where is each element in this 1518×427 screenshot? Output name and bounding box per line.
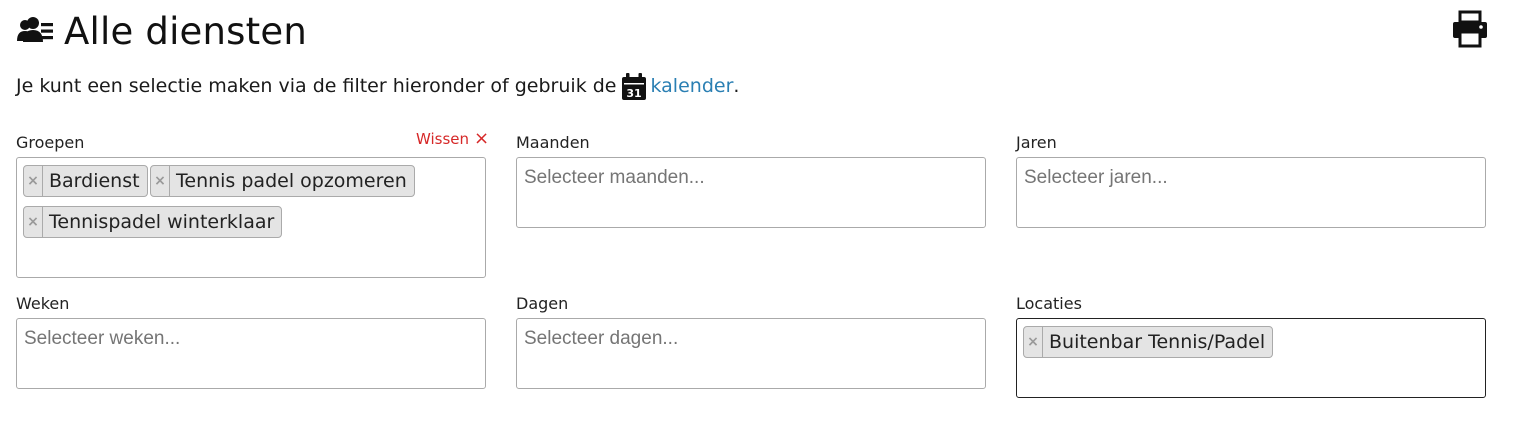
locaties-label: Locaties (1016, 294, 1082, 313)
dagen-placeholder: Selecteer dagen... (524, 328, 679, 349)
page-header: Alle diensten (16, 8, 307, 54)
printer-icon (1453, 10, 1487, 48)
intro-suffix: . (733, 74, 740, 97)
locaties-select[interactable]: × Buitenbar Tennis/Padel (1016, 318, 1486, 398)
remove-chip-icon[interactable]: × (24, 166, 43, 196)
maanden-select[interactable]: Selecteer maanden... (516, 157, 986, 228)
page-title: Alle diensten (64, 9, 307, 53)
remove-chip-icon[interactable]: × (1024, 327, 1043, 357)
chip-label: Tennispadel winterklaar (49, 211, 275, 233)
clear-groepen-button[interactable]: Wissen × (416, 128, 490, 149)
remove-chip-icon[interactable]: × (24, 207, 43, 237)
jaren-placeholder: Selecteer jaren... (1024, 167, 1168, 188)
intro-sentence: Je kunt een selectie maken via de filter… (16, 74, 617, 97)
dagen-label: Dagen (516, 294, 569, 313)
remove-chip-icon[interactable]: × (151, 166, 170, 196)
calendar-icon: 31 (621, 73, 646, 100)
print-button[interactable] (1451, 10, 1489, 48)
calendar-day-number: 31 (626, 87, 641, 100)
groepen-select[interactable]: × Bardienst × Tennis padel opzomeren × T… (16, 157, 486, 278)
close-icon: × (474, 128, 490, 149)
selected-chip-tennis-padel-opzomeren: × Tennis padel opzomeren (150, 165, 415, 197)
intro-text: Je kunt een selectie maken via de filter… (16, 72, 740, 100)
clear-label: Wissen (416, 130, 470, 148)
chip-label: Tennis padel opzomeren (176, 170, 407, 192)
weken-select[interactable]: Selecteer weken... (16, 318, 486, 389)
groepen-label: Groepen (16, 133, 85, 152)
jaren-select[interactable]: Selecteer jaren... (1016, 157, 1486, 228)
chip-label: Buitenbar Tennis/Padel (1049, 331, 1266, 353)
weken-label: Weken (16, 294, 70, 313)
calendar-link[interactable]: kalender (651, 75, 734, 97)
maanden-label: Maanden (516, 133, 590, 152)
dagen-select[interactable]: Selecteer dagen... (516, 318, 986, 389)
selected-chip-buitenbar-tennis-padel: × Buitenbar Tennis/Padel (1023, 326, 1274, 358)
users-list-icon (16, 17, 54, 45)
weken-placeholder: Selecteer weken... (24, 328, 181, 349)
chip-label: Bardienst (49, 170, 140, 192)
jaren-label: Jaren (1016, 133, 1057, 152)
maanden-placeholder: Selecteer maanden... (524, 167, 705, 188)
selected-chip-bardienst: × Bardienst (23, 165, 148, 197)
selected-chip-tennispadel-winterklaar: × Tennispadel winterklaar (23, 206, 283, 238)
